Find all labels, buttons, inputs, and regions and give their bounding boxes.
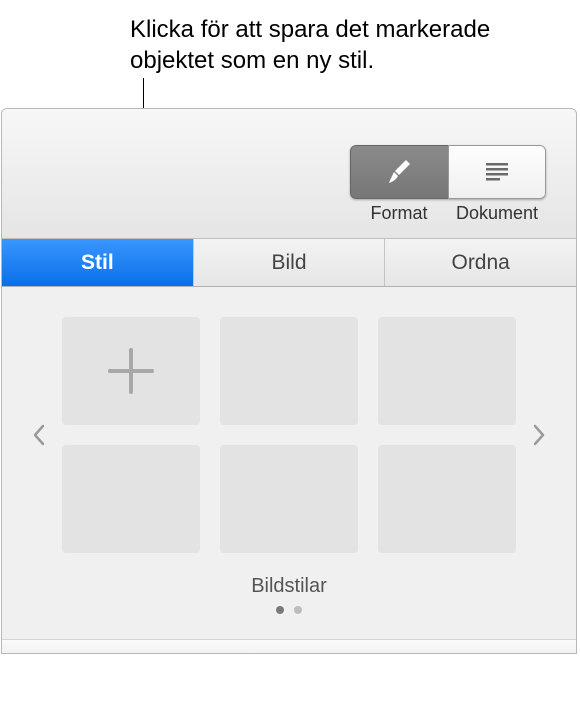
tab-stil[interactable]: Stil bbox=[2, 239, 194, 286]
panel-footer bbox=[2, 639, 576, 653]
brush-icon bbox=[386, 158, 414, 186]
document-label: Dokument bbox=[448, 203, 546, 224]
format-button[interactable] bbox=[350, 145, 448, 199]
styles-panel: Bildstilar bbox=[2, 287, 576, 639]
chevron-right-icon bbox=[532, 423, 546, 447]
style-thumbnail[interactable] bbox=[62, 445, 200, 553]
chevron-left-icon bbox=[32, 423, 46, 447]
add-style-button[interactable] bbox=[62, 317, 200, 425]
inspector-panel: Format Dokument Stil Bild Ordna bbox=[1, 108, 577, 654]
style-thumbnail[interactable] bbox=[378, 445, 516, 553]
styles-grid bbox=[62, 317, 516, 553]
document-button[interactable] bbox=[448, 145, 546, 199]
styles-prev-arrow[interactable] bbox=[24, 423, 54, 447]
toolbar-labels: Format Dokument bbox=[350, 203, 546, 224]
toolbar: Format Dokument bbox=[2, 109, 576, 239]
style-thumbnail[interactable] bbox=[378, 317, 516, 425]
style-thumbnail[interactable] bbox=[220, 445, 358, 553]
page-dot[interactable] bbox=[294, 606, 302, 614]
toolbar-segmented-control bbox=[350, 145, 546, 199]
tab-ordna[interactable]: Ordna bbox=[385, 239, 576, 286]
page-dot[interactable] bbox=[276, 606, 284, 614]
format-label: Format bbox=[350, 203, 448, 224]
callout-text: Klicka för att spara det markerade objek… bbox=[130, 14, 570, 76]
tab-bar: Stil Bild Ordna bbox=[2, 239, 576, 287]
tab-bild[interactable]: Bild bbox=[194, 239, 386, 286]
styles-section-label: Bildstilar bbox=[2, 575, 576, 598]
style-thumbnail[interactable] bbox=[220, 317, 358, 425]
styles-next-arrow[interactable] bbox=[524, 423, 554, 447]
page-indicator bbox=[2, 606, 576, 614]
plus-icon bbox=[108, 348, 154, 394]
document-lines-icon bbox=[484, 161, 510, 183]
